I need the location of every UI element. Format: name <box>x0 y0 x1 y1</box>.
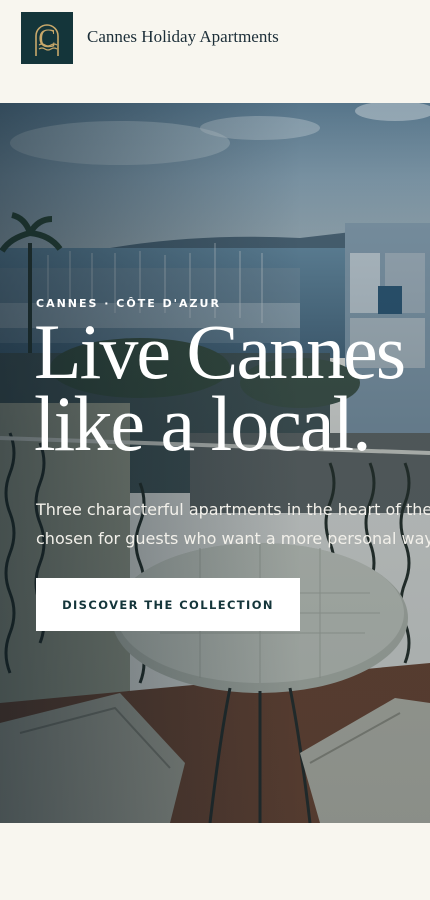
brand-name[interactable]: Cannes Holiday Apartments <box>87 27 279 47</box>
hero-headline: Live Cannes like a local. <box>34 308 406 467</box>
hero-lead-line-2: chosen for guests who want a more person… <box>36 529 430 548</box>
hero-lead-line-1: Three characterful apartments in the hea… <box>36 500 430 519</box>
site-header: C Cannes Holiday Apartments <box>0 0 430 100</box>
hero-headline-line-1: Live Cannes <box>34 308 406 395</box>
content-section <box>0 823 430 900</box>
hero-headline-line-2: like a local. <box>34 380 372 467</box>
discover-collection-button[interactable]: DISCOVER THE COLLECTION <box>36 578 300 631</box>
brand-logo[interactable]: C <box>21 12 73 64</box>
hero-lead-text: Three characterful apartments in the hea… <box>36 495 430 553</box>
svg-text:C: C <box>38 24 55 53</box>
hero-section: CANNES · CÔTE D'AZUR Live Cannes like a … <box>0 103 430 823</box>
logo-monogram-icon: C <box>21 12 73 64</box>
